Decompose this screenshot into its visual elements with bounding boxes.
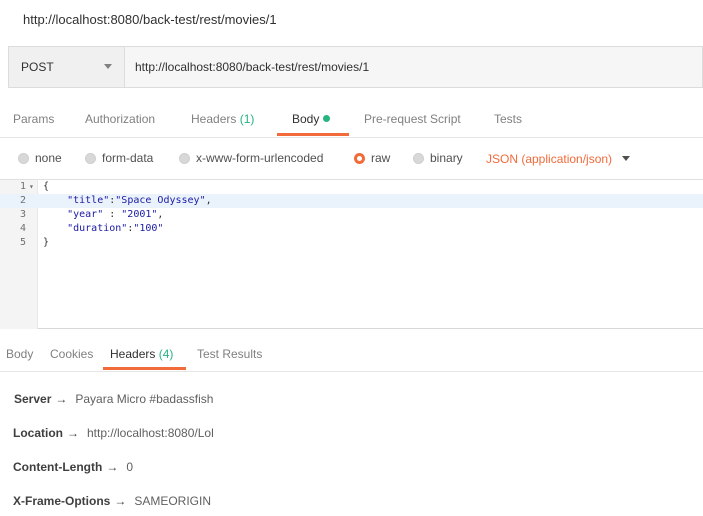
response-header-row: Location → http://localhost:8080/Lol — [13, 426, 214, 440]
tab-response-headers[interactable]: Headers (4) — [110, 347, 173, 361]
code-line: 3 "year" : "2001", — [19, 209, 164, 220]
code-editor[interactable]: 1 ▾ { 2 "title":"Space Odyssey", 3 "year… — [0, 179, 703, 329]
content-type-dropdown[interactable]: JSON (application/json) — [486, 152, 631, 166]
tab-headers[interactable]: Headers (1) — [191, 112, 254, 126]
body-indicator-dot-icon — [323, 115, 331, 122]
method-label: POST — [21, 60, 54, 74]
radio-raw[interactable]: raw — [354, 151, 390, 165]
arrow-right-icon: → — [114, 494, 127, 508]
url-input[interactable] — [125, 47, 702, 87]
radio-none[interactable]: none — [18, 151, 62, 165]
tab-params[interactable]: Params — [13, 112, 54, 126]
radio-circle-icon — [179, 152, 190, 164]
url-bar: POST — [8, 46, 703, 88]
radio-binary[interactable]: binary — [413, 151, 463, 165]
arrow-right-icon: → — [55, 392, 68, 406]
response-header-row: X-Frame-Options → SAMEORIGIN — [13, 494, 212, 508]
code-line: 4 "duration":"100" — [19, 223, 164, 234]
request-tabs: Params Authorization Headers (1) Body Pr… — [0, 100, 703, 138]
tab-response-body[interactable]: Body — [6, 347, 33, 361]
method-select[interactable]: POST — [9, 47, 125, 87]
tab-pre-request-script[interactable]: Pre-request Script — [364, 112, 461, 126]
body-type-selector: none form-data x-www-form-urlencoded raw… — [0, 144, 703, 178]
radio-form-data[interactable]: form-data — [85, 151, 153, 165]
active-tab-underline — [277, 133, 349, 136]
chevron-down-icon — [622, 156, 631, 161]
radio-circle-icon — [18, 152, 29, 164]
radio-checked-icon — [354, 152, 365, 164]
tab-test-results[interactable]: Test Results — [197, 347, 262, 361]
code-line: 5 } — [19, 237, 50, 248]
radio-circle-icon — [413, 152, 424, 164]
response-headers-count: (4) — [158, 347, 174, 361]
response-header-row: Content-Length → 0 — [13, 460, 133, 474]
code-line: 2 "title":"Space Odyssey", — [0, 194, 703, 208]
tab-authorization[interactable]: Authorization — [85, 112, 155, 126]
tab-cookies[interactable]: Cookies — [50, 347, 93, 361]
tab-body[interactable]: Body — [292, 112, 331, 126]
tab-tests[interactable]: Tests — [494, 112, 522, 126]
code-line: 1 ▾ { — [19, 180, 50, 194]
request-title: http://localhost:8080/back-test/rest/mov… — [23, 12, 277, 27]
headers-count: (1) — [239, 112, 255, 126]
arrow-right-icon: → — [106, 460, 119, 474]
chevron-down-icon — [104, 64, 112, 69]
active-response-tab-underline — [103, 367, 186, 370]
response-header-row: Server → Payara Micro #badassfish — [14, 392, 214, 406]
radio-circle-icon — [85, 152, 96, 164]
fold-arrow-icon[interactable]: ▾ — [29, 180, 34, 194]
radio-x-www-form-urlencoded[interactable]: x-www-form-urlencoded — [179, 151, 323, 165]
arrow-right-icon: → — [67, 426, 79, 440]
